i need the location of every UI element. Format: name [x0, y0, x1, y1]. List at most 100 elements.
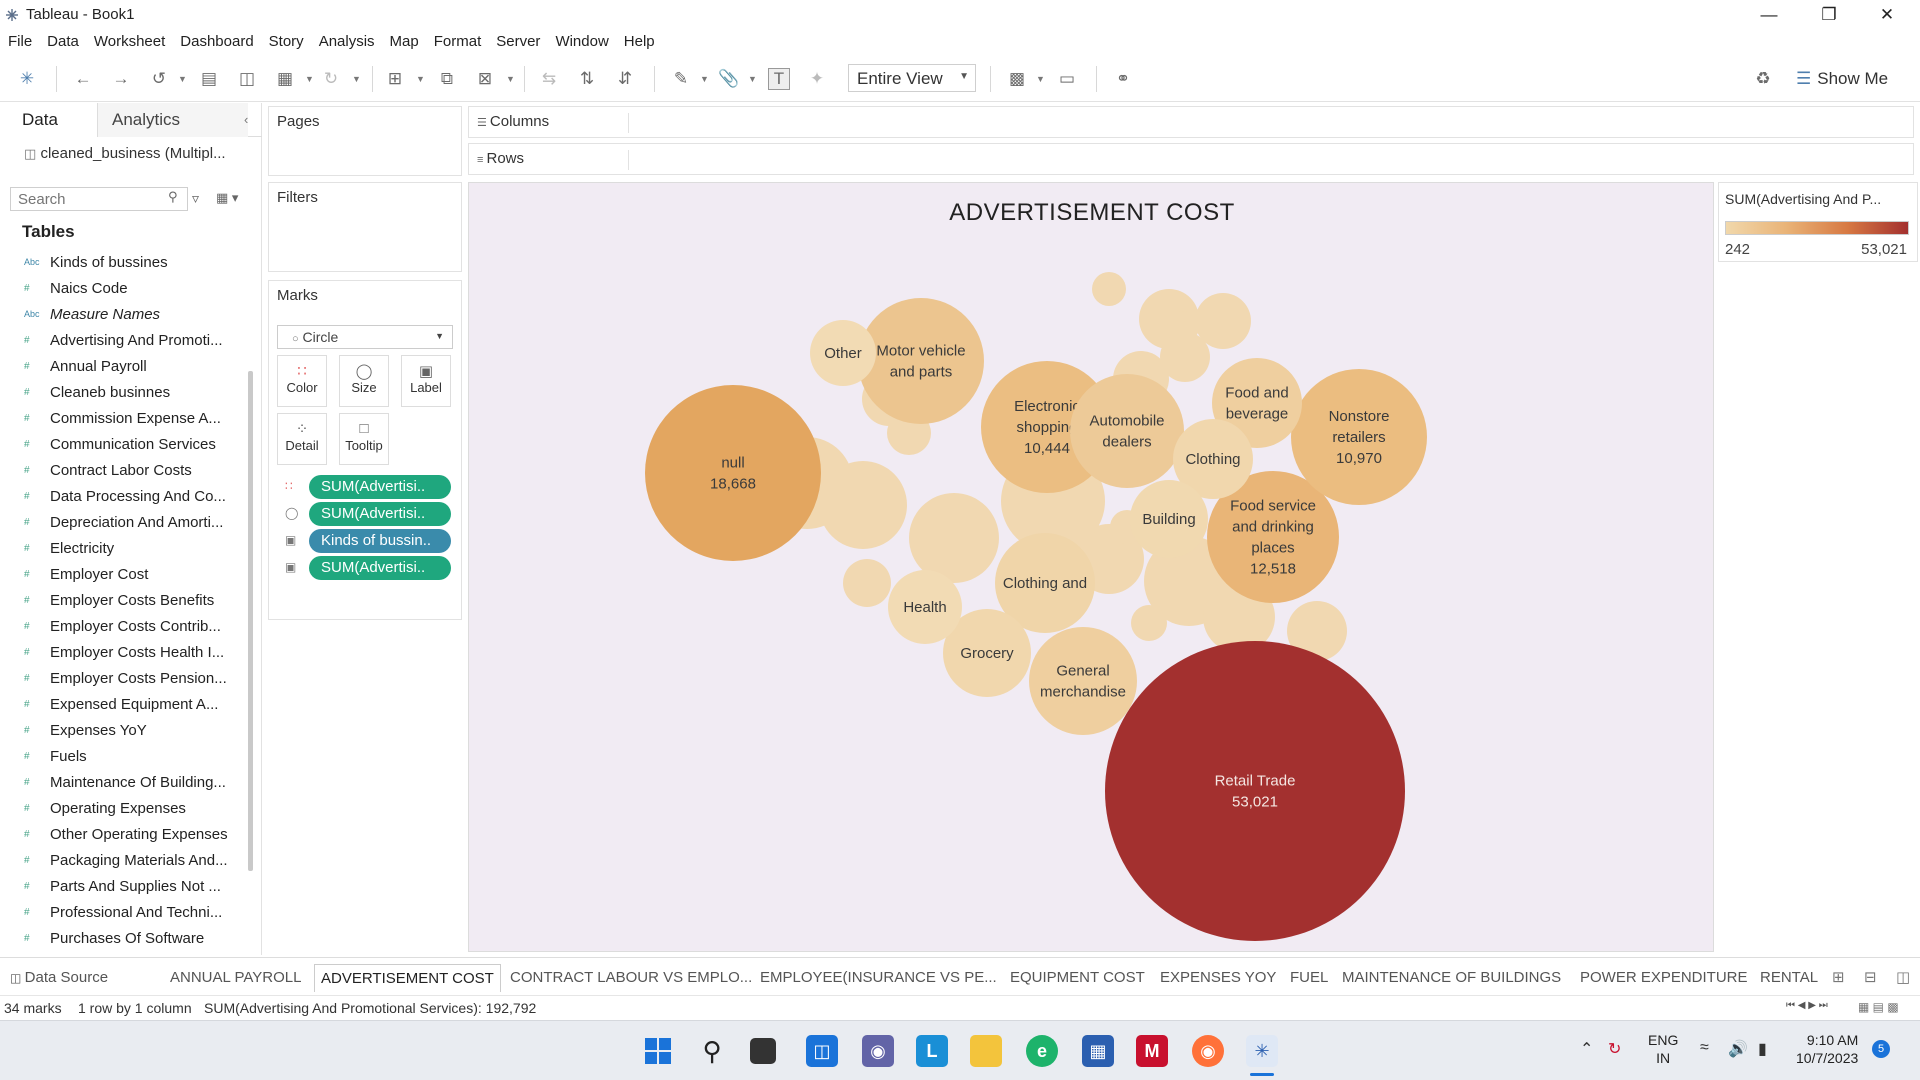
datasource-item[interactable]: ◫ cleaned_business (Multipl...	[24, 145, 226, 162]
field-item[interactable]: # Electricity	[0, 535, 240, 561]
bubble[interactable]	[858, 298, 984, 424]
restore-button[interactable]: ❐	[1800, 0, 1858, 30]
tab-rental[interactable]: RENTAL	[1760, 964, 1818, 992]
task-view-icon[interactable]	[750, 1038, 776, 1064]
field-item[interactable]: # Professional And Techni...	[0, 899, 240, 925]
fit-dropdown[interactable]: Entire View ▼	[848, 64, 976, 92]
field-item[interactable]: # Expenses YoY	[0, 717, 240, 743]
field-item[interactable]: # Contract Labor Costs	[0, 457, 240, 483]
format-painter-icon[interactable]: ♻	[1752, 68, 1774, 90]
collapse-pane-icon[interactable]: ‹	[244, 103, 248, 137]
menu-map[interactable]: Map	[390, 30, 419, 54]
tab-data-source[interactable]: ◫ Data Source	[10, 964, 108, 992]
rows-shelf[interactable]: ≡ Rows	[468, 143, 1914, 175]
language-indicator[interactable]: ENG IN	[1648, 1031, 1678, 1067]
field-item[interactable]: # Maintenance Of Building...	[0, 769, 240, 795]
mcafee-icon[interactable]: M	[1136, 1035, 1168, 1067]
sort-descending-icon[interactable]: ⇵	[614, 68, 636, 90]
tab-analytics[interactable]: Analytics	[98, 103, 248, 137]
battery-icon[interactable]: ▮	[1758, 1039, 1767, 1059]
sync-icon[interactable]: ↻	[1608, 1039, 1621, 1059]
app-l-icon[interactable]: L	[916, 1035, 948, 1067]
filters-card[interactable]: Filters	[268, 182, 462, 272]
edge-browser-icon[interactable]: e	[1026, 1035, 1058, 1067]
field-item[interactable]: # Operating Expenses	[0, 795, 240, 821]
file-explorer-icon[interactable]	[970, 1035, 1002, 1067]
tab-annual-payroll[interactable]: ANNUAL PAYROLL	[170, 964, 301, 992]
tableau-home-icon[interactable]: ✳	[16, 68, 38, 90]
field-item[interactable]: # Employer Cost	[0, 561, 240, 587]
bubble[interactable]	[1105, 641, 1405, 941]
field-list-scrollbar[interactable]	[248, 371, 253, 871]
teams-chat-icon[interactable]: ◉	[862, 1035, 894, 1067]
show-me-button[interactable]: ☰ Show Me	[1796, 66, 1888, 92]
field-item[interactable]: # Other Operating Expenses	[0, 821, 240, 847]
field-item[interactable]: # Employer Costs Contrib...	[0, 613, 240, 639]
field-search-input[interactable]	[10, 187, 188, 211]
undo-icon[interactable]: ←	[72, 68, 94, 90]
clock[interactable]: 9:10 AM 10/7/2023	[1796, 1031, 1858, 1067]
swap-icon[interactable]: ⇆	[538, 68, 560, 90]
windows-start-icon[interactable]	[642, 1035, 674, 1067]
field-item[interactable]: # Employer Costs Benefits	[0, 587, 240, 613]
field-item[interactable]: # Cleaneb businnes	[0, 379, 240, 405]
bubble-unlabeled[interactable]	[819, 461, 907, 549]
label-button[interactable]: ▣ Label	[401, 355, 451, 407]
field-item[interactable]: # Naics Code	[0, 275, 240, 301]
field-item[interactable]: # Depreciation And Amorti...	[0, 509, 240, 535]
minimize-button[interactable]: —	[1740, 0, 1798, 30]
size-button[interactable]: ◯ Size	[339, 355, 389, 407]
new-worksheet-icon[interactable]: ⊞	[384, 68, 406, 90]
chevron-up-icon[interactable]: ⌃	[1580, 1039, 1593, 1059]
mark-type-dropdown[interactable]: ○ Circle ▼	[277, 325, 453, 349]
menu-story[interactable]: Story	[269, 30, 304, 54]
menu-server[interactable]: Server	[496, 30, 540, 54]
bubble-unlabeled[interactable]	[1092, 272, 1126, 306]
field-item[interactable]: # Communication Services	[0, 431, 240, 457]
marks-pill-label-measure[interactable]: ▣ SUM(Advertisi..	[277, 556, 453, 580]
filter-icon[interactable]: ▿	[192, 190, 199, 207]
menu-analysis[interactable]: Analysis	[319, 30, 375, 54]
menu-help[interactable]: Help	[624, 30, 655, 54]
field-item[interactable]: # Parts And Supplies Not ...	[0, 873, 240, 899]
tab-equipment-cost[interactable]: EQUIPMENT COST	[1010, 964, 1145, 992]
duplicate-sheet-icon[interactable]: ⧉	[436, 68, 458, 90]
menu-dashboard[interactable]: Dashboard	[180, 30, 253, 54]
menu-worksheet[interactable]: Worksheet	[94, 30, 165, 54]
view-options-icon[interactable]: ▦ ▾	[216, 190, 238, 206]
field-item[interactable]: # Employer Costs Health I...	[0, 639, 240, 665]
sheet-nav-icon[interactable]: ⏮ ◀ ▶ ⏭	[1786, 1000, 1828, 1011]
sort-ascending-icon[interactable]: ⇅	[576, 68, 598, 90]
menu-window[interactable]: Window	[555, 30, 608, 54]
bubble-chart[interactable]: Retail Trade 53,021 null 18,668 Food service…	[469, 183, 1715, 953]
field-item[interactable]: # Commission Expense A...	[0, 405, 240, 431]
columns-shelf[interactable]: ☰︎ Columns	[468, 106, 1914, 138]
new-dashboard-icon[interactable]: ⊟	[1864, 964, 1877, 992]
clear-sheet-icon[interactable]: ⊠	[474, 68, 496, 90]
tableau-taskbar-icon[interactable]: ✳	[1246, 1035, 1278, 1067]
widgets-icon[interactable]: ◫	[806, 1035, 838, 1067]
field-item[interactable]: # Expensed Equipment A...	[0, 691, 240, 717]
new-datasource-icon[interactable]: ◫	[236, 68, 258, 90]
marks-pill-label-dimension[interactable]: ▣ Kinds of bussin..	[277, 529, 453, 553]
close-button[interactable]: ✕	[1858, 0, 1916, 30]
field-item[interactable]: Abc Measure Names	[0, 301, 240, 327]
bubble[interactable]	[645, 385, 821, 561]
replay-icon[interactable]: ↺	[148, 68, 170, 90]
bubble-unlabeled[interactable]	[1131, 605, 1167, 641]
show-cards-icon[interactable]: ▩	[1006, 68, 1028, 90]
color-button[interactable]: ∷ Color	[277, 355, 327, 407]
tab-maintenance[interactable]: MAINTENANCE OF BUILDINGS	[1342, 964, 1561, 992]
wifi-icon[interactable]: ≈	[1700, 1039, 1709, 1057]
menu-data[interactable]: Data	[47, 30, 79, 54]
new-story-icon[interactable]: ◫	[1896, 964, 1910, 992]
volume-icon[interactable]: 🔊	[1728, 1039, 1748, 1059]
group-icon[interactable]: 📎	[718, 68, 740, 90]
bubble-unlabeled[interactable]	[843, 559, 891, 607]
marks-pill-size[interactable]: ◯ SUM(Advertisi..	[277, 502, 453, 526]
field-item[interactable]: Abc Kinds of bussines	[0, 249, 240, 275]
presentation-mode-icon[interactable]: ▭	[1056, 68, 1078, 90]
bubble[interactable]	[1070, 374, 1184, 488]
field-item[interactable]: # Fuels	[0, 743, 240, 769]
menu-file[interactable]: File	[8, 30, 32, 54]
